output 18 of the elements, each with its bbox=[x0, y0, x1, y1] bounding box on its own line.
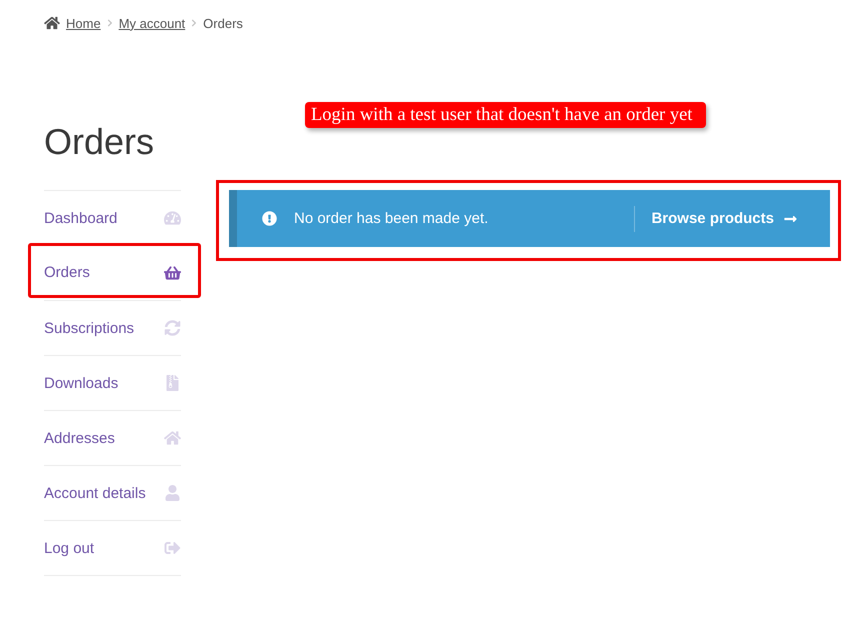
nav-link[interactable]: Account details bbox=[44, 466, 181, 520]
nav-link[interactable]: Downloads bbox=[44, 356, 181, 410]
breadcrumb-link[interactable]: Home bbox=[66, 16, 101, 30]
nav-link[interactable]: Log out bbox=[44, 521, 181, 575]
page-heading: Orders bbox=[44, 120, 156, 164]
nav-link[interactable]: Addresses bbox=[44, 411, 181, 465]
house-icon[interactable] bbox=[44, 16, 60, 30]
nav-link[interactable]: Dashboard bbox=[44, 191, 181, 245]
browse-products-link[interactable]: Browse products bbox=[634, 206, 798, 232]
nav-link[interactable]: Orders bbox=[44, 246, 181, 295]
exclamation-icon bbox=[262, 211, 277, 226]
breadcrumb-link[interactable]: My account bbox=[118, 16, 186, 30]
breadcrumb-current: Orders bbox=[203, 16, 243, 30]
annotation-callout: Login with a test user that doesn't have an order yet bbox=[305, 102, 706, 128]
chevron-icon bbox=[191, 19, 198, 27]
nav-link[interactable]: Subscriptions bbox=[44, 301, 181, 355]
chevron-icon bbox=[106, 19, 113, 27]
notice-message: No order has been made yet. bbox=[294, 210, 490, 227]
